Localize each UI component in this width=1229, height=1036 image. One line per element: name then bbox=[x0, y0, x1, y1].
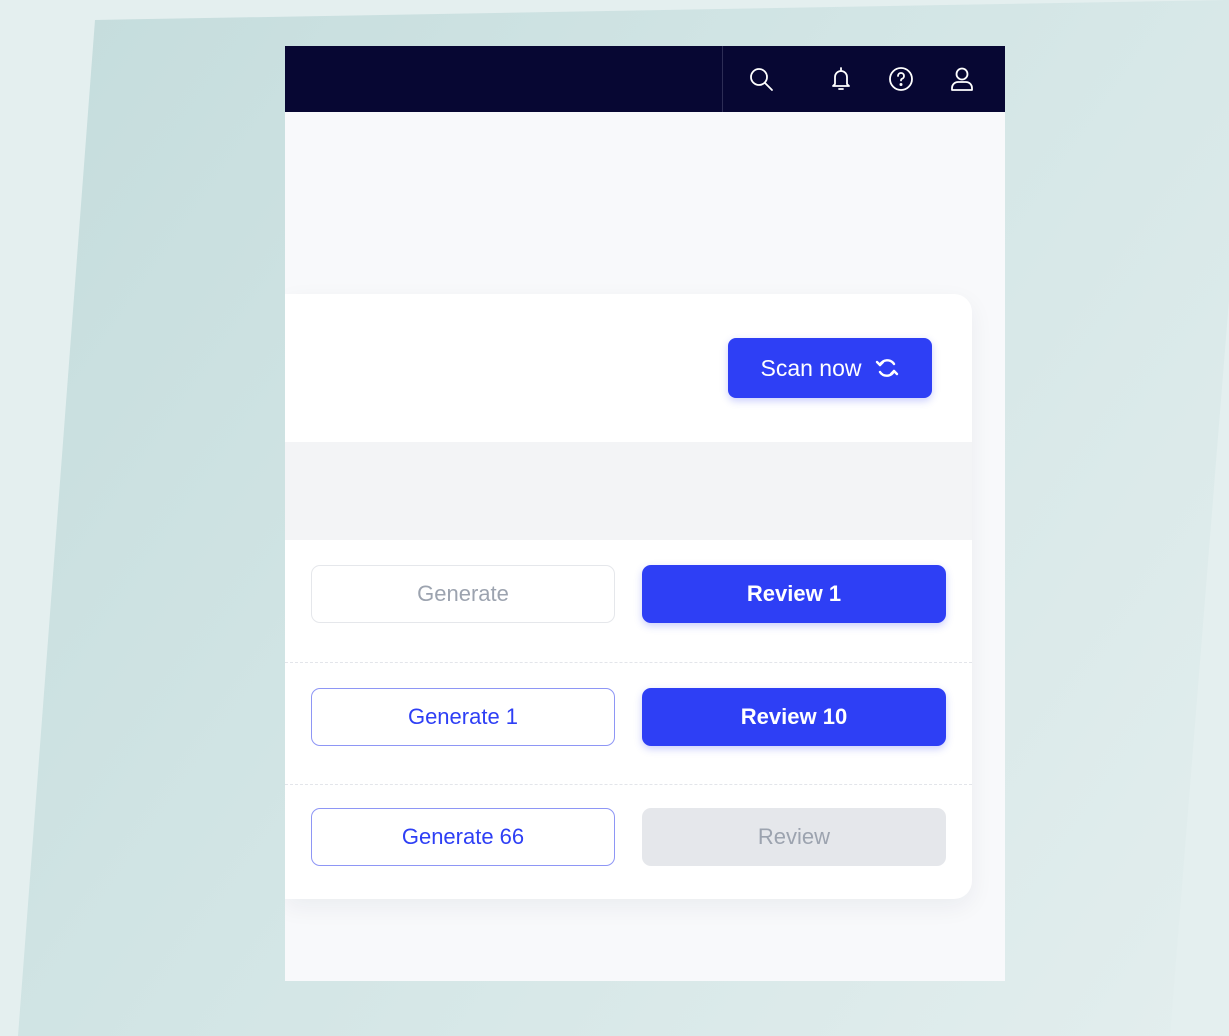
review-button[interactable]: Review bbox=[642, 808, 946, 866]
table-row: Generate 66 Review bbox=[285, 784, 972, 899]
card-header: Scan now bbox=[285, 294, 972, 442]
scan-now-button[interactable]: Scan now bbox=[728, 338, 932, 398]
bell-icon[interactable] bbox=[825, 63, 857, 95]
refresh-icon bbox=[875, 359, 898, 377]
user-icon[interactable] bbox=[946, 63, 978, 95]
generate-button[interactable]: Generate 1 bbox=[311, 688, 615, 746]
generate-button[interactable]: Generate 66 bbox=[311, 808, 615, 866]
topbar-divider bbox=[722, 46, 723, 112]
review-button[interactable]: Review 10 bbox=[642, 688, 946, 746]
help-icon[interactable] bbox=[885, 63, 917, 95]
top-navigation-bar bbox=[285, 46, 1005, 112]
table-row: Generate Review 1 bbox=[285, 540, 972, 663]
app-window: Scan now Generate Review 1 Generate 1 Re… bbox=[285, 46, 1005, 981]
table-header bbox=[285, 442, 972, 540]
scan-results-card: Scan now Generate Review 1 Generate 1 Re… bbox=[285, 294, 972, 899]
scan-now-label: Scan now bbox=[760, 354, 862, 381]
generate-button[interactable]: Generate bbox=[311, 565, 615, 623]
table-row: Generate 1 Review 10 bbox=[285, 662, 972, 785]
search-icon[interactable] bbox=[745, 63, 777, 95]
review-button[interactable]: Review 1 bbox=[642, 565, 946, 623]
